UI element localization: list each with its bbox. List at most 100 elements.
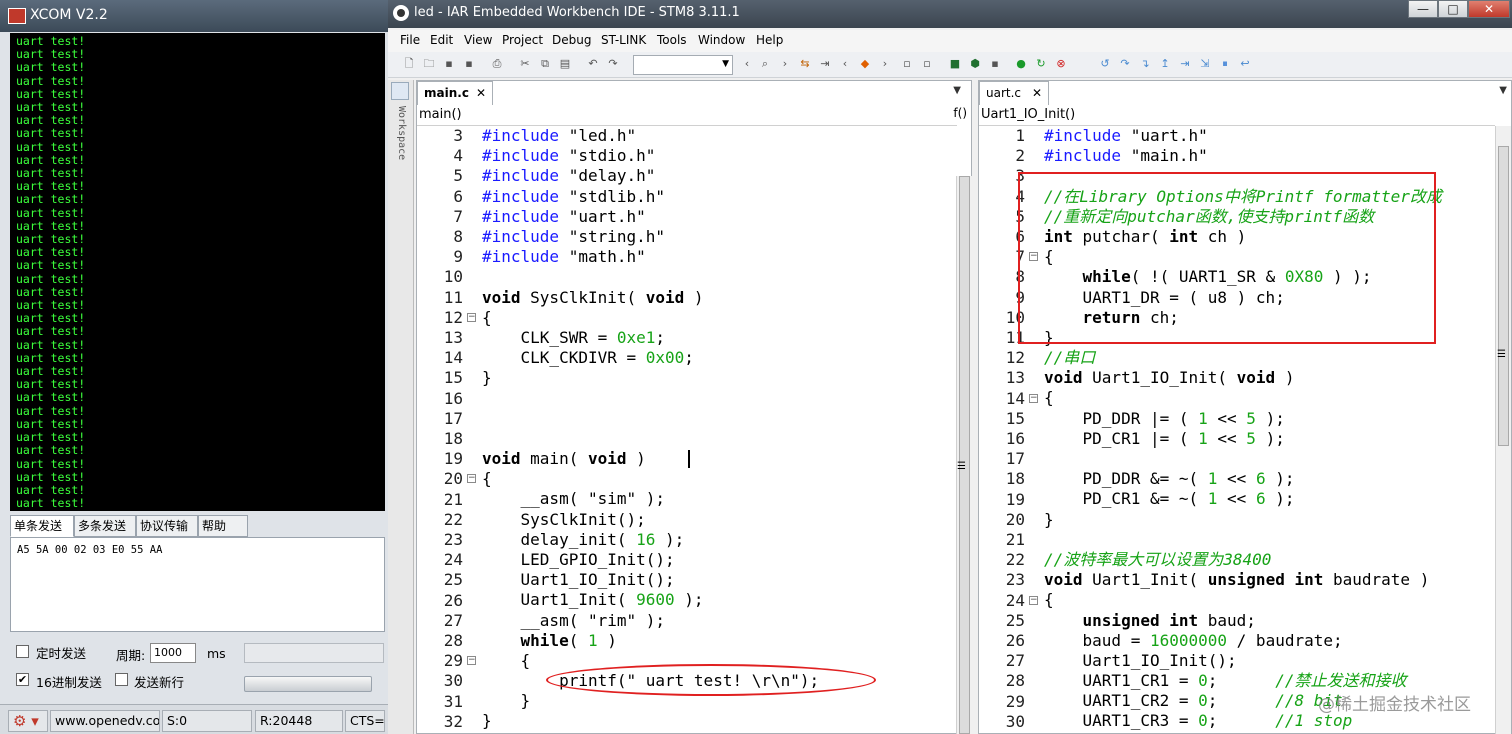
code-token: UART1_CR2 = <box>1044 691 1199 711</box>
tab-multi-send[interactable]: 多条发送 <box>74 515 136 537</box>
code-token: "delay.h" <box>559 166 656 186</box>
tab-help[interactable]: 帮助 <box>198 515 248 537</box>
debug-without-download-icon[interactable]: ↻ <box>1034 57 1048 71</box>
next-statement-icon[interactable]: ⇥ <box>1178 57 1192 71</box>
stop-build-icon[interactable]: ▪ <box>988 57 1002 71</box>
step-over-icon[interactable]: ↷ <box>1118 57 1132 71</box>
close-tab-icon[interactable]: ✕ <box>1032 82 1042 104</box>
maximize-button[interactable]: □ <box>1438 0 1468 18</box>
status-url[interactable]: www.openedv.com <box>50 710 160 732</box>
stop-debug-icon[interactable]: ⊗ <box>1054 57 1068 71</box>
redo-icon[interactable]: ↷ <box>606 57 620 71</box>
function-navigator[interactable]: Uart1_IO_Init() <box>981 107 1075 122</box>
find-combo[interactable]: ▼ <box>633 55 733 75</box>
line-number: 30 <box>1005 711 1025 731</box>
xcom-title-bar[interactable]: XCOM V2.2 <box>0 0 390 32</box>
copy-icon[interactable]: ⧉ <box>538 57 552 71</box>
back-icon[interactable]: ‹ <box>838 57 852 71</box>
workspace-strip[interactable] <box>388 80 414 734</box>
iar-title-bar[interactable]: led - IAR Embedded Workbench IDE - STM8 … <box>388 0 1512 28</box>
hex-send-checkbox[interactable]: ✔ <box>16 673 29 686</box>
run-to-cursor-icon[interactable]: ⇲ <box>1198 57 1212 71</box>
step-out-icon[interactable]: ↥ <box>1158 57 1172 71</box>
undo-icon[interactable]: ↶ <box>586 57 600 71</box>
menu-edit[interactable]: Edit <box>430 33 453 47</box>
search-icon[interactable]: ⌕ <box>758 57 772 71</box>
fold-toggle-icon[interactable]: − <box>1029 393 1038 403</box>
find-next-icon[interactable]: › <box>778 57 792 71</box>
save-all-icon[interactable]: ▪ <box>462 57 476 71</box>
menu-view[interactable]: View <box>464 33 492 47</box>
splitter-handle-icon[interactable]: ☰ <box>1497 349 1506 360</box>
step-back-icon[interactable]: ↺ <box>1098 57 1112 71</box>
receive-line: uart test! <box>16 192 86 207</box>
tab-list-dropdown-icon[interactable]: ▼ <box>953 85 961 96</box>
tab-protocol[interactable]: 协议传输 <box>136 515 198 537</box>
xcom-status-bar: ⚙ ▾ www.openedv.com S:0 R:20448 CTS=0 <box>0 704 390 734</box>
menu-file[interactable]: File <box>400 33 420 47</box>
fold-margin[interactable]: − − − <box>465 126 479 734</box>
save-icon[interactable]: ▪ <box>442 57 456 71</box>
receive-area[interactable]: uart test! uart test! uart test! uart test!… <box>10 33 385 511</box>
vertical-scrollbar[interactable] <box>956 176 972 734</box>
close-tab-icon[interactable]: ✕ <box>476 82 486 104</box>
forward-icon[interactable]: › <box>878 57 892 71</box>
code-token: UART1_CR3 = <box>1044 711 1199 731</box>
code-line: //波特率最大可以设置为38400 <box>1044 550 1494 570</box>
function-list-icon[interactable]: f() <box>953 106 967 120</box>
workspace-pin-icon[interactable] <box>391 82 409 100</box>
code-token: ); <box>655 529 685 549</box>
find-previous-icon[interactable]: ‹ <box>740 57 754 71</box>
send-newline-checkbox[interactable] <box>115 673 128 686</box>
workspace-label[interactable]: Workspace <box>396 106 407 160</box>
print-icon[interactable]: ⎙ <box>490 57 504 71</box>
period-input[interactable]: 1000 <box>150 643 196 663</box>
tab-list-dropdown-icon[interactable]: ▼ <box>1499 85 1507 96</box>
line-number: 6 <box>453 186 463 206</box>
rebuild-icon[interactable]: ⬢ <box>968 57 982 71</box>
cut-icon[interactable]: ✂ <box>518 57 532 71</box>
code-token: 1 <box>1207 489 1218 509</box>
code-line: Uart1_IO_Init(); <box>482 570 952 590</box>
code-editor-main[interactable]: #include "led.h" #include "stdio.h" #inclu… <box>482 126 952 734</box>
menu-debug[interactable]: Debug <box>552 33 591 47</box>
menu-window[interactable]: Window <box>698 33 745 47</box>
menu-project[interactable]: Project <box>502 33 543 47</box>
replace-icon[interactable]: ⇆ <box>798 57 812 71</box>
reset-icon[interactable]: ↩ <box>1238 57 1252 71</box>
break-icon[interactable]: ⏸ <box>1218 57 1232 71</box>
new-file-icon[interactable]: 🗋 <box>402 57 416 71</box>
line-number: 19 <box>443 449 463 469</box>
compile-icon[interactable]: ▫ <box>900 57 914 71</box>
tab-main-c[interactable]: main.c ✕ <box>417 81 493 105</box>
send-input[interactable]: A5 5A 00 02 03 E0 55 AA <box>10 537 385 632</box>
fold-toggle-icon[interactable]: − <box>467 312 476 322</box>
fold-toggle-icon[interactable]: − <box>1029 595 1038 605</box>
line-number: 22 <box>443 509 463 529</box>
download-debug-icon[interactable]: ● <box>1014 57 1028 71</box>
menu-tools[interactable]: Tools <box>657 33 687 47</box>
timed-send-checkbox[interactable] <box>16 645 29 658</box>
tab-uart-c[interactable]: uart.c ✕ <box>979 81 1049 105</box>
menu-help[interactable]: Help <box>756 33 783 47</box>
close-button[interactable]: ✕ <box>1468 0 1510 18</box>
step-into-icon[interactable]: ↴ <box>1138 57 1152 71</box>
splitter-handle-icon[interactable]: ☰ <box>957 461 966 472</box>
open-file-icon[interactable]: 🗀 <box>422 57 436 71</box>
check-icon[interactable]: ▫ <box>920 57 934 71</box>
vertical-scrollbar[interactable] <box>1495 126 1511 734</box>
goto-icon[interactable]: ⇥ <box>818 57 832 71</box>
make-icon[interactable]: ■ <box>948 57 962 71</box>
bookmark-icon[interactable]: ◆ <box>858 57 872 71</box>
fold-toggle-icon[interactable]: − <box>467 656 476 666</box>
paste-icon[interactable]: ▤ <box>558 57 572 71</box>
tab-single-send[interactable]: 单条发送 <box>10 515 74 537</box>
menu-st-link[interactable]: ST-LINK <box>601 33 646 47</box>
minimize-button[interactable]: — <box>1408 0 1438 18</box>
fold-toggle-icon[interactable]: − <box>467 474 476 484</box>
code-token: void <box>645 287 685 307</box>
receive-line: uart test! <box>16 390 86 405</box>
receive-line: uart test! <box>16 139 86 154</box>
function-navigator[interactable]: main() <box>419 107 462 122</box>
gear-icon[interactable]: ⚙ ▾ <box>8 710 48 732</box>
